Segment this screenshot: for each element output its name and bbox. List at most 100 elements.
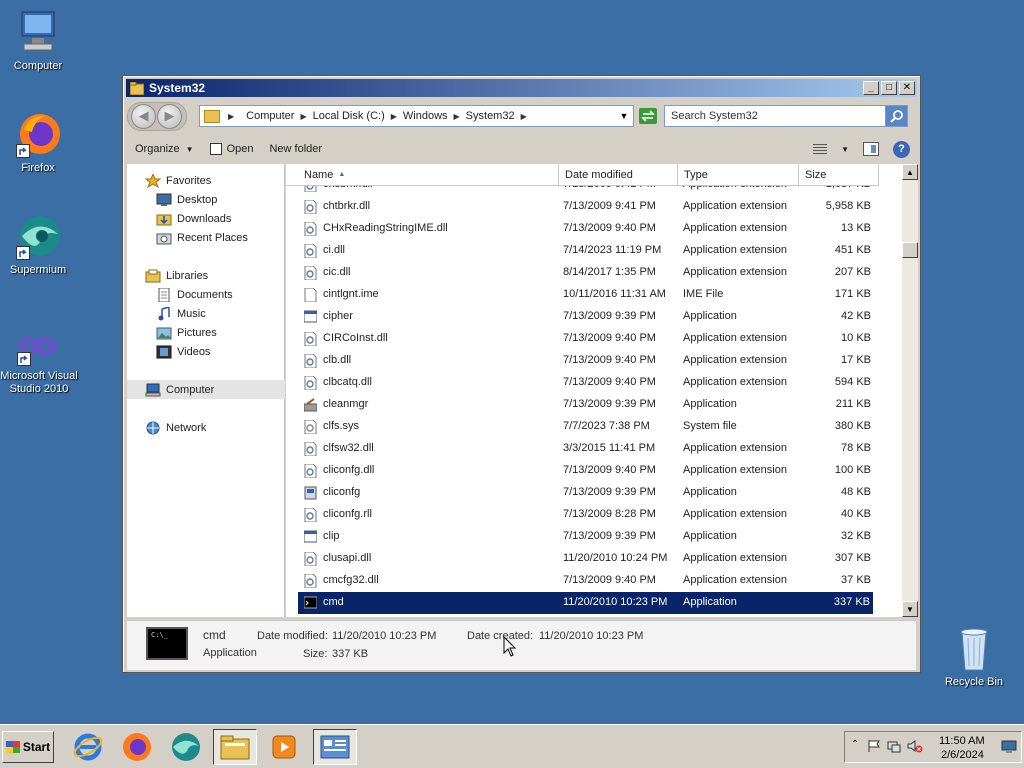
- desktop-icon-firefox[interactable]: Firefox: [0, 110, 80, 175]
- column-header-date-modified[interactable]: Date modified: [559, 164, 678, 186]
- column-header-size[interactable]: Size: [799, 164, 879, 186]
- desktop-icon-visual-studio[interactable]: Microsoft Visual Studio 2010: [0, 326, 82, 396]
- file-type: Application: [683, 596, 737, 608]
- table-row[interactable]: cliconfg.dll 7/13/2009 9:40 PM Application…: [286, 460, 902, 482]
- file-type: Application extension: [683, 266, 787, 278]
- clock-date[interactable]: 2/6/2024: [941, 749, 984, 761]
- taskbar-media-player[interactable]: [262, 729, 306, 765]
- file-size: 48 KB: [841, 486, 871, 498]
- table-row[interactable]: cmcfg32.dll 7/13/2009 9:40 PM Application …: [286, 570, 902, 592]
- file-type: Application extension: [683, 186, 787, 190]
- shortcut-arrow-icon: [16, 144, 30, 158]
- change-view-button[interactable]: ▼: [813, 143, 849, 155]
- scrollbar-thumb[interactable]: [902, 242, 918, 258]
- nav-recent-places[interactable]: Recent Places: [127, 228, 285, 247]
- details-file-name: cmd: [203, 628, 226, 642]
- taskbar-control-panel[interactable]: [313, 729, 357, 765]
- table-row[interactable]: chsbrkr.dll 7/13/2009 9:41 PM Application …: [286, 186, 902, 196]
- nav-favorites[interactable]: Favorites: [127, 171, 285, 190]
- nav-pictures[interactable]: Pictures: [127, 323, 285, 342]
- volume-muted-icon[interactable]: [907, 739, 923, 756]
- network-tray-icon[interactable]: [887, 739, 901, 756]
- desktop-icon-recycle-bin[interactable]: Recycle Bin: [932, 624, 1016, 689]
- table-row[interactable]: clb.dll 7/13/2009 9:40 PM Application exte…: [286, 350, 902, 372]
- scroll-down-button[interactable]: ▼: [902, 601, 918, 617]
- taskbar-explorer[interactable]: [213, 729, 257, 765]
- desktop-icon-computer[interactable]: Computer: [0, 8, 80, 73]
- show-desktop-monitor-icon[interactable]: [1001, 740, 1017, 757]
- breadcrumb-local-disk[interactable]: Local Disk (C:) ▶: [313, 110, 397, 122]
- folder-icon: [204, 109, 220, 123]
- table-row[interactable]: clbcatq.dll 7/13/2009 9:40 PM Application …: [286, 372, 902, 394]
- breadcrumb-computer[interactable]: Computer ▶: [246, 110, 306, 122]
- chevron-down-icon: ▼: [185, 144, 194, 154]
- breadcrumb-windows[interactable]: Windows ▶: [403, 110, 460, 122]
- table-row[interactable]: cic.dll 8/14/2017 1:35 PM Application exte…: [286, 262, 902, 284]
- table-row[interactable]: clfs.sys 7/7/2023 7:38 PM System file 380 K…: [286, 416, 902, 438]
- refresh-icon: [639, 108, 657, 124]
- minimize-button[interactable]: _: [863, 81, 879, 95]
- new-folder-button[interactable]: New folder: [269, 143, 322, 155]
- file-size: 5,958 KB: [825, 200, 871, 212]
- maximize-button[interactable]: □: [881, 81, 897, 95]
- table-row[interactable]: ci.dll 7/14/2023 11:19 PM Application exte…: [286, 240, 902, 262]
- back-button[interactable]: ◀: [131, 103, 156, 129]
- table-row[interactable]: clip 7/13/2009 9:39 PM Application 32 KB: [286, 526, 902, 548]
- app-icon: [303, 310, 318, 324]
- table-row[interactable]: cleanmgr 7/13/2009 9:39 PM Application 211 …: [286, 394, 902, 416]
- table-row[interactable]: cipher 7/13/2009 9:39 PM Application 42 KB: [286, 306, 902, 328]
- clock-time[interactable]: 11:50 AM: [939, 735, 985, 747]
- table-row[interactable]: cliconfg.rll 7/13/2009 8:28 PM Application…: [286, 504, 902, 526]
- refresh-button[interactable]: [638, 105, 658, 127]
- taskbar-internet-explorer[interactable]: [66, 729, 110, 765]
- nav-documents[interactable]: Documents: [127, 285, 285, 304]
- breadcrumb-system32[interactable]: System32 ▶: [466, 110, 527, 122]
- nav-libraries[interactable]: Libraries: [127, 266, 285, 285]
- table-row[interactable]: cliconfg 7/13/2009 9:39 PM Application 48 K…: [286, 482, 902, 504]
- breadcrumb-root-arrow[interactable]: ▶: [228, 112, 240, 121]
- forward-button[interactable]: ▶: [157, 103, 182, 129]
- nav-videos[interactable]: Videos: [127, 342, 285, 361]
- nav-desktop[interactable]: Desktop: [127, 190, 285, 209]
- help-button[interactable]: ?: [893, 140, 910, 158]
- vertical-scrollbar[interactable]: ▲ ▼: [902, 164, 918, 617]
- show-hidden-icons-button[interactable]: ⌃: [851, 739, 859, 750]
- file-date-modified: 7/13/2009 9:39 PM: [563, 398, 656, 410]
- table-row[interactable]: CHxReadingStringIME.dll 7/13/2009 9:40 PM…: [286, 218, 902, 240]
- folder-icon: [129, 81, 145, 95]
- address-dropdown-icon[interactable]: ▼: [617, 111, 631, 121]
- address-bar[interactable]: ▶ Computer ▶ Local Disk (C:) ▶ Windows ▶ Sy…: [199, 105, 634, 127]
- search-button[interactable]: [885, 106, 907, 126]
- table-row[interactable]: CIRCoInst.dll 7/13/2009 9:40 PM Applicatio…: [286, 328, 902, 350]
- table-row[interactable]: clfsw32.dll 3/3/2015 11:41 PM Application …: [286, 438, 902, 460]
- column-header-type[interactable]: Type: [678, 164, 799, 186]
- file-size: 594 KB: [834, 376, 871, 388]
- desktop-icon-supermium[interactable]: Supermium: [0, 212, 80, 277]
- open-button[interactable]: Open: [209, 143, 253, 155]
- title-bar[interactable]: System32 _ □ ✕: [126, 79, 917, 97]
- preview-pane-button[interactable]: [863, 142, 879, 156]
- scroll-up-button[interactable]: ▲: [902, 164, 918, 180]
- table-row-selected[interactable]: cmd 11/20/2010 10:23 PM Application 337 KB: [298, 592, 873, 614]
- nav-music[interactable]: Music: [127, 304, 285, 323]
- nav-downloads[interactable]: Downloads: [127, 209, 285, 228]
- details-file-type: Application: [203, 647, 257, 659]
- explorer-window: System32 _ □ ✕ ◀ ▶ ▶ Computer ▶ Local Dis…: [122, 75, 921, 673]
- nav-computer[interactable]: Computer: [127, 380, 285, 399]
- search-input[interactable]: [665, 109, 885, 123]
- taskbar-supermium[interactable]: [164, 729, 208, 765]
- details-created-value: 11/20/2010 10:23 PM: [539, 630, 644, 642]
- taskbar-firefox[interactable]: [115, 729, 159, 765]
- start-button[interactable]: Start: [2, 731, 54, 763]
- file-size: 451 KB: [834, 244, 871, 256]
- organize-button[interactable]: Organize ▼: [135, 143, 194, 155]
- desktop-icon-label: Microsoft Visual Studio 2010: [0, 370, 78, 395]
- close-button[interactable]: ✕: [899, 81, 915, 95]
- file-date-modified: 7/13/2009 9:41 PM: [563, 186, 656, 190]
- table-row[interactable]: chtbrkr.dll 7/13/2009 9:41 PM Application …: [286, 196, 902, 218]
- nav-network[interactable]: Network: [127, 418, 285, 437]
- column-header-name[interactable]: Name ▲: [286, 164, 559, 186]
- action-center-flag-icon[interactable]: [867, 739, 881, 756]
- table-row[interactable]: clusapi.dll 11/20/2010 10:24 PM Applicatio…: [286, 548, 902, 570]
- table-row[interactable]: cintlgnt.ime 10/11/2016 11:31 AM IME File 1…: [286, 284, 902, 306]
